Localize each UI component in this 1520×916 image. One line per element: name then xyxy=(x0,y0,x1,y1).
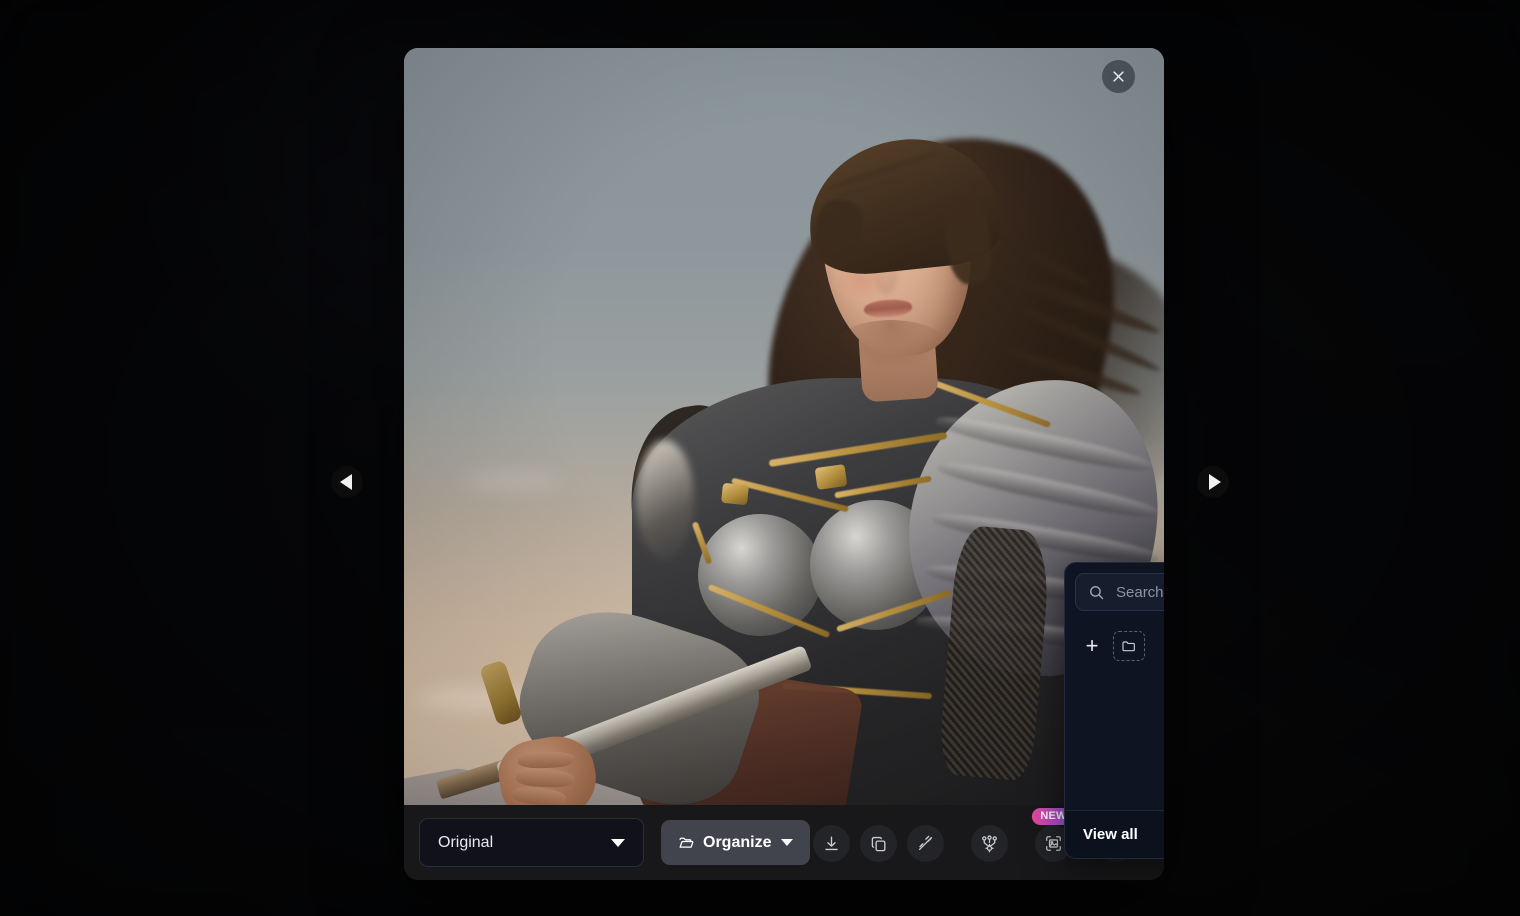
collection-item-new[interactable]: + New xyxy=(1075,625,1164,667)
armor-cuirass-left xyxy=(698,514,822,636)
copy-button[interactable] xyxy=(860,825,897,862)
copy-icon xyxy=(871,836,886,852)
next-image-button[interactable] xyxy=(1197,466,1229,498)
cloud xyxy=(464,472,559,490)
organize-label: Organize xyxy=(703,833,772,851)
search-icon xyxy=(1090,585,1104,599)
chevron-down-icon xyxy=(781,839,794,846)
tune-settings-icon xyxy=(982,835,997,853)
download-icon xyxy=(825,836,838,851)
chevron-down-icon xyxy=(611,838,625,847)
format-select-value: Original xyxy=(438,833,494,851)
view-all-collections-button[interactable]: View all xyxy=(1065,810,1164,858)
arrow-left-icon xyxy=(339,474,352,490)
previous-image-button[interactable] xyxy=(331,466,363,498)
collections-popover: + New View all xyxy=(1064,562,1164,859)
tune-button[interactable] xyxy=(971,825,1008,862)
format-select[interactable]: Original xyxy=(419,818,644,867)
image-preview-modal: + New View all xyxy=(404,48,1164,880)
plus-icon[interactable]: + xyxy=(1083,635,1101,657)
image-toolbar: Original Organize NEW xyxy=(404,804,1164,880)
compare-slash-icon xyxy=(918,835,933,851)
armor-buckle xyxy=(721,482,749,506)
close-icon xyxy=(1113,71,1124,82)
preview-image[interactable] xyxy=(404,48,1164,805)
organize-button[interactable]: Organize xyxy=(661,820,811,865)
folder-icon xyxy=(1122,641,1135,652)
collections-search-field[interactable] xyxy=(1075,573,1164,611)
search-input[interactable] xyxy=(1116,583,1164,601)
folder-open-icon xyxy=(678,834,695,851)
compare-button[interactable] xyxy=(907,825,944,862)
upscale-scan-icon xyxy=(1046,836,1061,851)
collections-list: + New xyxy=(1065,611,1164,810)
armor-left-pauldron-highlight xyxy=(636,440,694,560)
folder-placeholder xyxy=(1113,631,1145,661)
download-button[interactable] xyxy=(813,825,850,862)
armor-buckle xyxy=(814,464,848,490)
figure-jaw-shadow xyxy=(836,320,946,368)
arrow-right-icon xyxy=(1208,474,1221,490)
view-all-label: View all xyxy=(1083,826,1138,843)
close-button[interactable] xyxy=(1102,60,1135,93)
